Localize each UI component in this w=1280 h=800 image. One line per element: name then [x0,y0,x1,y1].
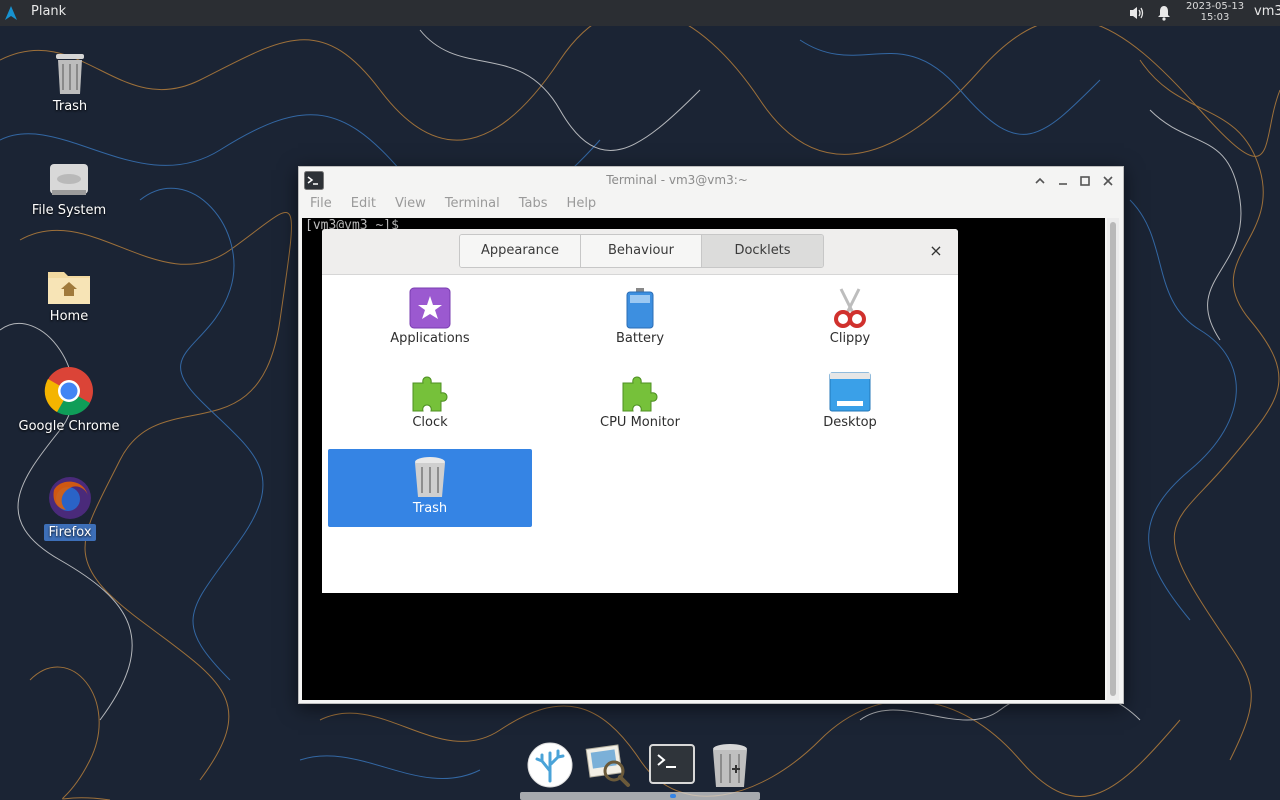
terminal-title: Terminal - vm3@vm3:~ [606,173,748,187]
desktop-icon-label: Trash [52,99,88,114]
user-menu[interactable]: vm3 [1254,4,1280,19]
scrollbar-thumb[interactable] [1110,222,1116,696]
terminal-icon[interactable] [648,741,696,789]
chrome-icon [44,367,93,416]
volume-icon[interactable] [1128,5,1146,21]
docklet-label: Clock [412,415,448,430]
menu-help[interactable]: Help [556,195,605,217]
tab-docklets[interactable]: Docklets [702,235,823,267]
terminal-titlebar[interactable]: Terminal - vm3@vm3:~ [299,167,1123,195]
plank-dock [520,737,760,800]
desktop-icon-label: Google Chrome [18,419,120,434]
desktop-icon-firefox[interactable]: Firefox [15,474,125,541]
menu-file[interactable]: File [299,195,340,217]
active-app-name[interactable]: Plank [31,4,66,19]
desktop-icon-label: File System [31,203,107,218]
tab-behaviour[interactable]: Behaviour [581,235,702,267]
terminal-menubar: File Edit View Terminal Tabs Help [299,195,604,217]
puzzle-icon [622,376,658,412]
docklet-label: Desktop [823,415,877,430]
scissors-icon [834,288,866,328]
dock-active-indicator [670,794,676,798]
docklet-desktop[interactable]: Desktop [748,365,952,443]
close-window-icon[interactable] [1100,173,1116,189]
dock-background [520,792,760,800]
plank-preferences-dialog: Appearance Behaviour Docklets × Applicat… [322,229,958,593]
tab-appearance[interactable]: Appearance [460,235,581,267]
coral-icon[interactable] [526,741,574,789]
battery-icon [626,288,654,329]
docklet-clock[interactable]: Clock [328,365,532,443]
firefox-icon [49,477,91,519]
docklet-label: Battery [615,331,665,346]
puzzle-icon [412,376,448,412]
docklet-cpu-monitor[interactable]: CPU Monitor [538,365,742,443]
image-viewer-icon[interactable] [584,741,632,789]
docklet-clippy[interactable]: Clippy [748,281,952,359]
trash-icon[interactable] [706,741,754,789]
top-panel: Plank 2023-05-13 15:03 vm3 [0,0,1280,26]
docklet-applications[interactable]: Applications [328,281,532,359]
notification-bell-icon[interactable] [1156,5,1172,21]
menu-tabs[interactable]: Tabs [508,195,556,217]
docklet-trash[interactable]: Trash [328,449,532,527]
minimize-window-icon[interactable] [1055,173,1071,189]
desktop-icon-home[interactable]: Home [14,266,124,325]
trash-icon [415,457,445,497]
menu-terminal[interactable]: Terminal [434,195,508,217]
docklet-label: CPU Monitor [600,415,680,430]
clock-date: 2023-05-13 [1185,1,1245,12]
menu-edit[interactable]: Edit [340,195,384,217]
docklet-battery[interactable]: Battery [538,281,742,359]
clock-time: 15:03 [1200,12,1230,23]
desktop-icon-trash[interactable]: Trash [15,50,125,115]
desktop-icon-file-system[interactable]: File System [14,160,124,219]
preferences-tabs: Appearance Behaviour Docklets [459,234,824,268]
docklet-label: Clippy [829,331,871,346]
dialog-header: Appearance Behaviour Docklets × [322,229,958,275]
menu-view[interactable]: View [384,195,434,217]
drive-icon [50,164,88,195]
desktop-icon [829,372,871,412]
desktop-icon-label: Home [49,309,89,324]
arch-logo-icon[interactable] [3,5,19,21]
panel-clock[interactable]: 2023-05-13 15:03 [1180,1,1250,23]
home-folder-icon [48,272,90,304]
shade-window-icon[interactable] [1032,173,1048,189]
trash-icon [56,54,84,94]
docklet-label: Trash [412,501,448,516]
applications-icon [409,287,451,329]
maximize-window-icon[interactable] [1077,173,1093,189]
dialog-close-button[interactable]: × [926,241,946,261]
desktop-icon-label: Firefox [44,524,96,541]
terminal-scrollbar[interactable] [1107,218,1119,700]
docklet-label: Applications [390,331,470,346]
desktop-icon-google-chrome[interactable]: Google Chrome [14,366,124,435]
